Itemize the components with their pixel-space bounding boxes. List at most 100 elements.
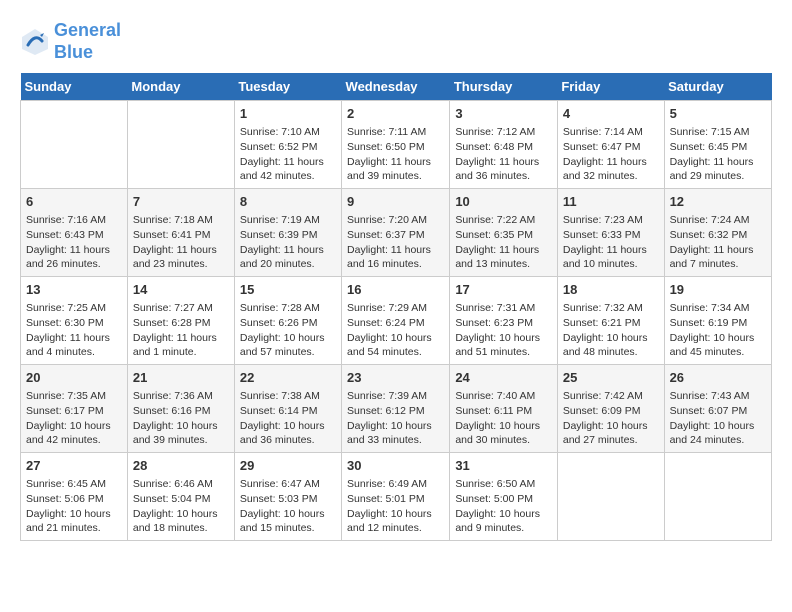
logo: General Blue bbox=[20, 20, 121, 63]
day-header-monday: Monday bbox=[127, 73, 234, 101]
day-header-thursday: Thursday bbox=[450, 73, 558, 101]
day-info: Sunrise: 7:43 AM Sunset: 6:07 PM Dayligh… bbox=[670, 389, 766, 448]
calendar-week-4: 20 Sunrise: 7:35 AM Sunset: 6:17 PM Dayli… bbox=[21, 365, 772, 453]
day-info: Sunrise: 7:18 AM Sunset: 6:41 PM Dayligh… bbox=[133, 213, 229, 272]
day-header-sunday: Sunday bbox=[21, 73, 128, 101]
day-number: 9 bbox=[347, 193, 444, 211]
day-info: Sunrise: 7:27 AM Sunset: 6:28 PM Dayligh… bbox=[133, 301, 229, 360]
calendar-day bbox=[557, 452, 664, 540]
day-info: Sunrise: 7:10 AM Sunset: 6:52 PM Dayligh… bbox=[240, 125, 336, 184]
day-info: Sunrise: 6:50 AM Sunset: 5:00 PM Dayligh… bbox=[455, 477, 552, 536]
day-info: Sunrise: 7:39 AM Sunset: 6:12 PM Dayligh… bbox=[347, 389, 444, 448]
day-header-wednesday: Wednesday bbox=[342, 73, 450, 101]
day-info: Sunrise: 7:31 AM Sunset: 6:23 PM Dayligh… bbox=[455, 301, 552, 360]
day-info: Sunrise: 7:34 AM Sunset: 6:19 PM Dayligh… bbox=[670, 301, 766, 360]
day-number: 14 bbox=[133, 281, 229, 299]
day-number: 6 bbox=[26, 193, 122, 211]
day-info: Sunrise: 7:29 AM Sunset: 6:24 PM Dayligh… bbox=[347, 301, 444, 360]
day-info: Sunrise: 7:40 AM Sunset: 6:11 PM Dayligh… bbox=[455, 389, 552, 448]
calendar-day: 7 Sunrise: 7:18 AM Sunset: 6:41 PM Daylig… bbox=[127, 189, 234, 277]
day-info: Sunrise: 7:38 AM Sunset: 6:14 PM Dayligh… bbox=[240, 389, 336, 448]
calendar-day bbox=[664, 452, 771, 540]
day-number: 30 bbox=[347, 457, 444, 475]
day-info: Sunrise: 6:47 AM Sunset: 5:03 PM Dayligh… bbox=[240, 477, 336, 536]
day-number: 7 bbox=[133, 193, 229, 211]
calendar-day: 1 Sunrise: 7:10 AM Sunset: 6:52 PM Daylig… bbox=[234, 101, 341, 189]
calendar-day: 17 Sunrise: 7:31 AM Sunset: 6:23 PM Dayli… bbox=[450, 277, 558, 365]
calendar-week-2: 6 Sunrise: 7:16 AM Sunset: 6:43 PM Daylig… bbox=[21, 189, 772, 277]
day-number: 28 bbox=[133, 457, 229, 475]
calendar-day: 21 Sunrise: 7:36 AM Sunset: 6:16 PM Dayli… bbox=[127, 365, 234, 453]
day-number: 19 bbox=[670, 281, 766, 299]
day-number: 15 bbox=[240, 281, 336, 299]
day-info: Sunrise: 7:35 AM Sunset: 6:17 PM Dayligh… bbox=[26, 389, 122, 448]
day-header-saturday: Saturday bbox=[664, 73, 771, 101]
calendar-day: 12 Sunrise: 7:24 AM Sunset: 6:32 PM Dayli… bbox=[664, 189, 771, 277]
calendar-day: 5 Sunrise: 7:15 AM Sunset: 6:45 PM Daylig… bbox=[664, 101, 771, 189]
calendar-day: 9 Sunrise: 7:20 AM Sunset: 6:37 PM Daylig… bbox=[342, 189, 450, 277]
day-info: Sunrise: 7:24 AM Sunset: 6:32 PM Dayligh… bbox=[670, 213, 766, 272]
day-info: Sunrise: 7:42 AM Sunset: 6:09 PM Dayligh… bbox=[563, 389, 659, 448]
day-info: Sunrise: 7:15 AM Sunset: 6:45 PM Dayligh… bbox=[670, 125, 766, 184]
page-header: General Blue bbox=[20, 20, 772, 63]
calendar-week-5: 27Sunrise: 6:45 AM Sunset: 5:06 PM Dayli… bbox=[21, 452, 772, 540]
logo-icon bbox=[20, 27, 50, 57]
day-info: Sunrise: 6:46 AM Sunset: 5:04 PM Dayligh… bbox=[133, 477, 229, 536]
day-number: 21 bbox=[133, 369, 229, 387]
calendar-day: 8 Sunrise: 7:19 AM Sunset: 6:39 PM Daylig… bbox=[234, 189, 341, 277]
day-number: 10 bbox=[455, 193, 552, 211]
day-number: 16 bbox=[347, 281, 444, 299]
day-number: 23 bbox=[347, 369, 444, 387]
calendar-day: 18 Sunrise: 7:32 AM Sunset: 6:21 PM Dayli… bbox=[557, 277, 664, 365]
day-info: Sunrise: 7:22 AM Sunset: 6:35 PM Dayligh… bbox=[455, 213, 552, 272]
calendar-day: 11Sunrise: 7:23 AM Sunset: 6:33 PM Dayli… bbox=[557, 189, 664, 277]
day-info: Sunrise: 7:32 AM Sunset: 6:21 PM Dayligh… bbox=[563, 301, 659, 360]
calendar-day: 25Sunrise: 7:42 AM Sunset: 6:09 PM Dayli… bbox=[557, 365, 664, 453]
calendar-day: 16 Sunrise: 7:29 AM Sunset: 6:24 PM Dayli… bbox=[342, 277, 450, 365]
day-header-friday: Friday bbox=[557, 73, 664, 101]
calendar-week-3: 13Sunrise: 7:25 AM Sunset: 6:30 PM Dayli… bbox=[21, 277, 772, 365]
day-info: Sunrise: 7:36 AM Sunset: 6:16 PM Dayligh… bbox=[133, 389, 229, 448]
calendar-day bbox=[21, 101, 128, 189]
day-number: 12 bbox=[670, 193, 766, 211]
day-number: 27 bbox=[26, 457, 122, 475]
day-number: 13 bbox=[26, 281, 122, 299]
calendar-day: 13Sunrise: 7:25 AM Sunset: 6:30 PM Dayli… bbox=[21, 277, 128, 365]
day-number: 17 bbox=[455, 281, 552, 299]
calendar-header: SundayMondayTuesdayWednesdayThursdayFrid… bbox=[21, 73, 772, 101]
calendar-day: 29Sunrise: 6:47 AM Sunset: 5:03 PM Dayli… bbox=[234, 452, 341, 540]
calendar-day: 3 Sunrise: 7:12 AM Sunset: 6:48 PM Daylig… bbox=[450, 101, 558, 189]
day-info: Sunrise: 7:16 AM Sunset: 6:43 PM Dayligh… bbox=[26, 213, 122, 272]
day-number: 20 bbox=[26, 369, 122, 387]
day-info: Sunrise: 6:49 AM Sunset: 5:01 PM Dayligh… bbox=[347, 477, 444, 536]
day-info: Sunrise: 7:11 AM Sunset: 6:50 PM Dayligh… bbox=[347, 125, 444, 184]
calendar-day: 22 Sunrise: 7:38 AM Sunset: 6:14 PM Dayli… bbox=[234, 365, 341, 453]
calendar-day: 24 Sunrise: 7:40 AM Sunset: 6:11 PM Dayli… bbox=[450, 365, 558, 453]
day-number: 22 bbox=[240, 369, 336, 387]
day-number: 24 bbox=[455, 369, 552, 387]
day-number: 5 bbox=[670, 105, 766, 123]
calendar-day: 30 Sunrise: 6:49 AM Sunset: 5:01 PM Dayli… bbox=[342, 452, 450, 540]
calendar-day: 23 Sunrise: 7:39 AM Sunset: 6:12 PM Dayli… bbox=[342, 365, 450, 453]
calendar-day: 28 Sunrise: 6:46 AM Sunset: 5:04 PM Dayli… bbox=[127, 452, 234, 540]
logo-text: General Blue bbox=[54, 20, 121, 63]
calendar-day: 31Sunrise: 6:50 AM Sunset: 5:00 PM Dayli… bbox=[450, 452, 558, 540]
day-number: 3 bbox=[455, 105, 552, 123]
day-number: 8 bbox=[240, 193, 336, 211]
calendar-day: 4 Sunrise: 7:14 AM Sunset: 6:47 PM Daylig… bbox=[557, 101, 664, 189]
day-info: Sunrise: 7:19 AM Sunset: 6:39 PM Dayligh… bbox=[240, 213, 336, 272]
day-number: 18 bbox=[563, 281, 659, 299]
day-info: Sunrise: 7:12 AM Sunset: 6:48 PM Dayligh… bbox=[455, 125, 552, 184]
calendar-day: 27Sunrise: 6:45 AM Sunset: 5:06 PM Dayli… bbox=[21, 452, 128, 540]
calendar-day: 6 Sunrise: 7:16 AM Sunset: 6:43 PM Daylig… bbox=[21, 189, 128, 277]
day-info: Sunrise: 7:20 AM Sunset: 6:37 PM Dayligh… bbox=[347, 213, 444, 272]
calendar-table: SundayMondayTuesdayWednesdayThursdayFrid… bbox=[20, 73, 772, 541]
day-number: 2 bbox=[347, 105, 444, 123]
calendar-day: 26Sunrise: 7:43 AM Sunset: 6:07 PM Dayli… bbox=[664, 365, 771, 453]
day-info: Sunrise: 7:14 AM Sunset: 6:47 PM Dayligh… bbox=[563, 125, 659, 184]
day-number: 4 bbox=[563, 105, 659, 123]
calendar-day: 19 Sunrise: 7:34 AM Sunset: 6:19 PM Dayli… bbox=[664, 277, 771, 365]
day-number: 1 bbox=[240, 105, 336, 123]
day-number: 11 bbox=[563, 193, 659, 211]
calendar-day: 14 Sunrise: 7:27 AM Sunset: 6:28 PM Dayli… bbox=[127, 277, 234, 365]
